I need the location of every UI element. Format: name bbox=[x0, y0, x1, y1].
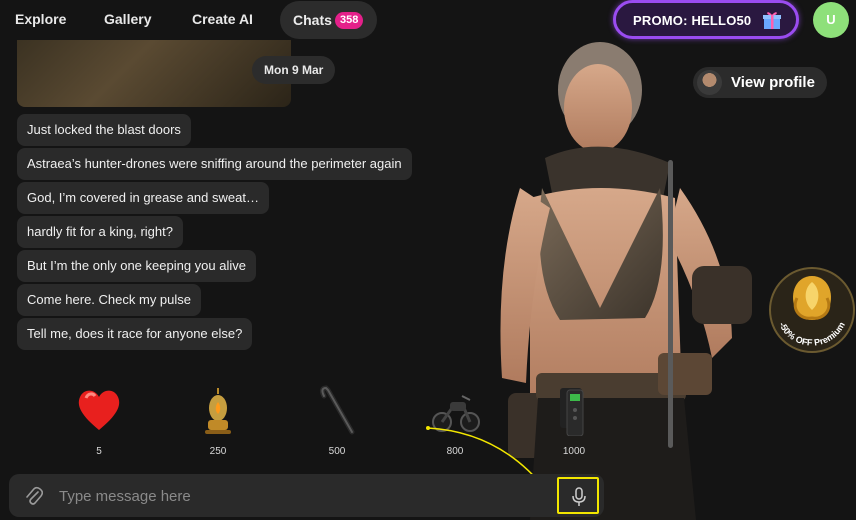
chats-label: Chats bbox=[293, 12, 332, 28]
promo-button[interactable]: PROMO: HELLO50 bbox=[613, 0, 799, 39]
microphone-button[interactable] bbox=[557, 477, 599, 514]
date-separator: Mon 9 Mar bbox=[252, 56, 336, 84]
gift-motorcycle[interactable]: 800 bbox=[420, 378, 490, 460]
chat-message: Just locked the blast doors bbox=[17, 114, 191, 146]
lamp-icon bbox=[205, 388, 231, 434]
message-composer bbox=[9, 474, 604, 517]
nav-gallery[interactable]: Gallery bbox=[104, 11, 151, 27]
chat-scrollbar[interactable] bbox=[668, 160, 673, 448]
gift-price: 800 bbox=[446, 446, 464, 457]
character-portrait bbox=[500, 42, 752, 520]
radio-icon bbox=[566, 389, 584, 436]
heart-icon bbox=[78, 390, 120, 430]
gift-price: 500 bbox=[328, 446, 346, 457]
chat-image-attachment[interactable] bbox=[17, 40, 291, 107]
gift-price: 250 bbox=[209, 446, 227, 457]
gift-price: 5 bbox=[96, 446, 102, 457]
premium-offer-badge[interactable]: -50% OFF Premium bbox=[767, 258, 856, 358]
character-avatar bbox=[697, 70, 722, 95]
chat-message: God, I’m covered in grease and sweat… bbox=[17, 182, 269, 214]
gift-icon bbox=[763, 12, 781, 29]
chat-message: Tell me, does it race for anyone else? bbox=[17, 318, 253, 350]
nav-explore[interactable]: Explore bbox=[15, 11, 66, 27]
chat-message: But I’m the only one keeping you alive bbox=[17, 250, 256, 282]
message-input[interactable] bbox=[59, 483, 529, 509]
view-profile-button[interactable]: View profile bbox=[693, 67, 827, 98]
gift-lamp[interactable]: 250 bbox=[183, 378, 253, 460]
gift-radio[interactable]: 1000 bbox=[539, 378, 609, 460]
chat-message: Astraea’s hunter-drones were sniffing ar… bbox=[17, 148, 412, 180]
nav-create-ai[interactable]: Create AI bbox=[192, 11, 253, 27]
chats-count-badge: 358 bbox=[335, 12, 364, 29]
view-profile-label: View profile bbox=[731, 74, 815, 91]
nav-chats[interactable]: Chats 358 bbox=[280, 1, 377, 39]
gift-heart[interactable]: 5 bbox=[64, 378, 134, 460]
gift-price: 1000 bbox=[562, 446, 586, 457]
crowbar-icon bbox=[319, 385, 355, 435]
user-avatar[interactable]: U bbox=[813, 2, 849, 38]
motorcycle-icon bbox=[432, 395, 480, 432]
promo-label: PROMO: HELLO50 bbox=[633, 13, 752, 28]
chat-message: hardly fit for a king, right? bbox=[17, 216, 183, 248]
top-nav: Explore Gallery Create AI Chats 358 PROM… bbox=[0, 0, 856, 42]
chat-message: Come here. Check my pulse bbox=[17, 284, 202, 316]
microphone-icon bbox=[572, 487, 586, 506]
gift-crowbar[interactable]: 500 bbox=[302, 378, 372, 460]
attach-icon[interactable] bbox=[25, 486, 43, 506]
